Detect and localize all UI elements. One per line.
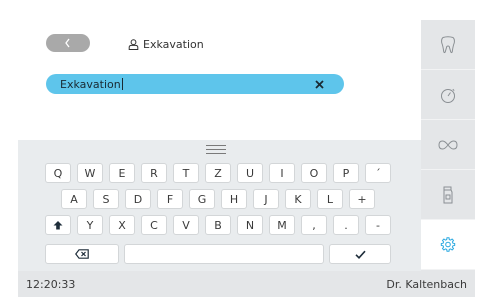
stopwatch-icon [441,88,455,103]
sidebar-item-supply[interactable] [421,170,475,220]
key-l[interactable]: L [317,189,343,209]
key-v[interactable]: V [173,215,199,235]
search-input[interactable]: Exkavation [46,74,344,94]
infinity-icon [438,139,458,150]
key-g[interactable]: G [189,189,215,209]
bottle-icon [443,186,453,203]
confirm-key[interactable] [329,244,391,264]
key-minus[interactable]: - [365,215,391,235]
key-s[interactable]: S [93,189,119,209]
right-margin [475,0,484,302]
shift-arrow-icon [53,221,63,230]
sidebar-item-settings[interactable] [421,220,475,270]
space-key[interactable] [124,244,324,264]
keyboard-handle[interactable] [206,145,226,157]
sidebar-item-timer[interactable] [421,70,475,120]
key-e[interactable]: E [109,163,135,183]
bottom-margin [0,297,484,302]
key-u[interactable]: U [237,163,263,183]
key-f[interactable]: F [157,189,183,209]
clear-search-button[interactable] [312,78,326,90]
text-caret [121,78,123,90]
key-x[interactable]: X [109,215,135,235]
key-j[interactable]: J [253,189,279,209]
key-a[interactable]: A [61,189,87,209]
key-acute[interactable]: ´ [365,163,391,183]
back-button[interactable] [46,34,90,52]
close-icon [314,79,324,89]
key-o[interactable]: O [301,163,327,183]
backspace-key[interactable] [45,244,119,264]
sidebar-item-loop[interactable] [421,120,475,170]
dental-unit-screen: Exkavation Exkavation Q W E R T Z U I O … [0,0,484,302]
key-h[interactable]: H [221,189,247,209]
key-c[interactable]: C [141,215,167,235]
key-period[interactable]: . [333,215,359,235]
key-p[interactable]: P [333,163,359,183]
gear-icon [440,236,456,252]
key-k[interactable]: K [285,189,311,209]
key-t[interactable]: T [173,163,199,183]
tooth-icon [441,35,455,53]
shift-key[interactable] [45,215,71,235]
key-w[interactable]: W [77,163,103,183]
key-q[interactable]: Q [45,163,71,183]
sidebar-item-treatment[interactable] [421,20,475,70]
backspace-icon [75,249,89,259]
status-user: Dr. Kaltenbach [386,278,467,291]
page-title: Exkavation [128,36,204,52]
top-margin [0,0,484,20]
key-r[interactable]: R [141,163,167,183]
key-z[interactable]: Z [205,163,231,183]
left-margin [0,0,18,302]
key-m[interactable]: M [269,215,295,235]
key-d[interactable]: D [125,189,151,209]
page-title-text: Exkavation [143,37,204,51]
key-i[interactable]: I [269,163,295,183]
person-icon [128,38,139,50]
chevron-left-icon [65,38,70,48]
checkmark-icon [354,250,366,259]
key-b[interactable]: B [205,215,231,235]
status-time: 12:20:33 [26,278,76,291]
key-n[interactable]: N [237,215,263,235]
search-input-value: Exkavation [60,77,121,91]
key-y[interactable]: Y [77,215,103,235]
key-comma[interactable]: , [301,215,327,235]
key-plus[interactable]: + [349,189,375,209]
status-bar: 12:20:33 Dr. Kaltenbach [18,271,475,297]
